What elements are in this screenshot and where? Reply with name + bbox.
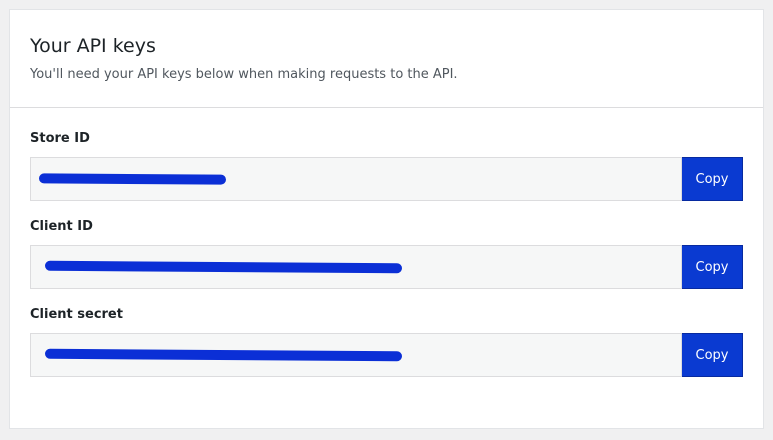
client-id-row: Copy	[30, 245, 743, 289]
client-id-input[interactable]	[30, 245, 682, 289]
client-id-label: Client ID	[30, 219, 93, 234]
client-secret-row: Copy	[30, 333, 743, 377]
page-subtitle: You'll need your API keys below when mak…	[30, 67, 458, 82]
client-secret-input[interactable]	[30, 333, 682, 377]
redaction-mark	[44, 260, 403, 274]
store-id-input[interactable]	[30, 157, 682, 201]
client-secret-label: Client secret	[30, 307, 123, 322]
page-title: Your API keys	[30, 35, 156, 57]
api-keys-card: Your API keys You'll need your API keys …	[9, 9, 764, 429]
copy-client-id-button[interactable]: Copy	[681, 245, 743, 289]
redaction-mark	[44, 348, 403, 362]
copy-store-id-button[interactable]: Copy	[681, 157, 743, 201]
store-id-label: Store ID	[30, 131, 90, 146]
card-header: Your API keys You'll need your API keys …	[10, 10, 763, 108]
api-key-fields: Store ID Copy Client ID Copy Client secr…	[10, 108, 763, 377]
store-id-field: Store ID Copy	[30, 130, 743, 201]
redaction-mark	[38, 173, 227, 185]
store-id-row: Copy	[30, 157, 743, 201]
copy-client-secret-button[interactable]: Copy	[681, 333, 743, 377]
client-id-field: Client ID Copy	[30, 218, 743, 289]
client-secret-field: Client secret Copy	[30, 306, 743, 377]
